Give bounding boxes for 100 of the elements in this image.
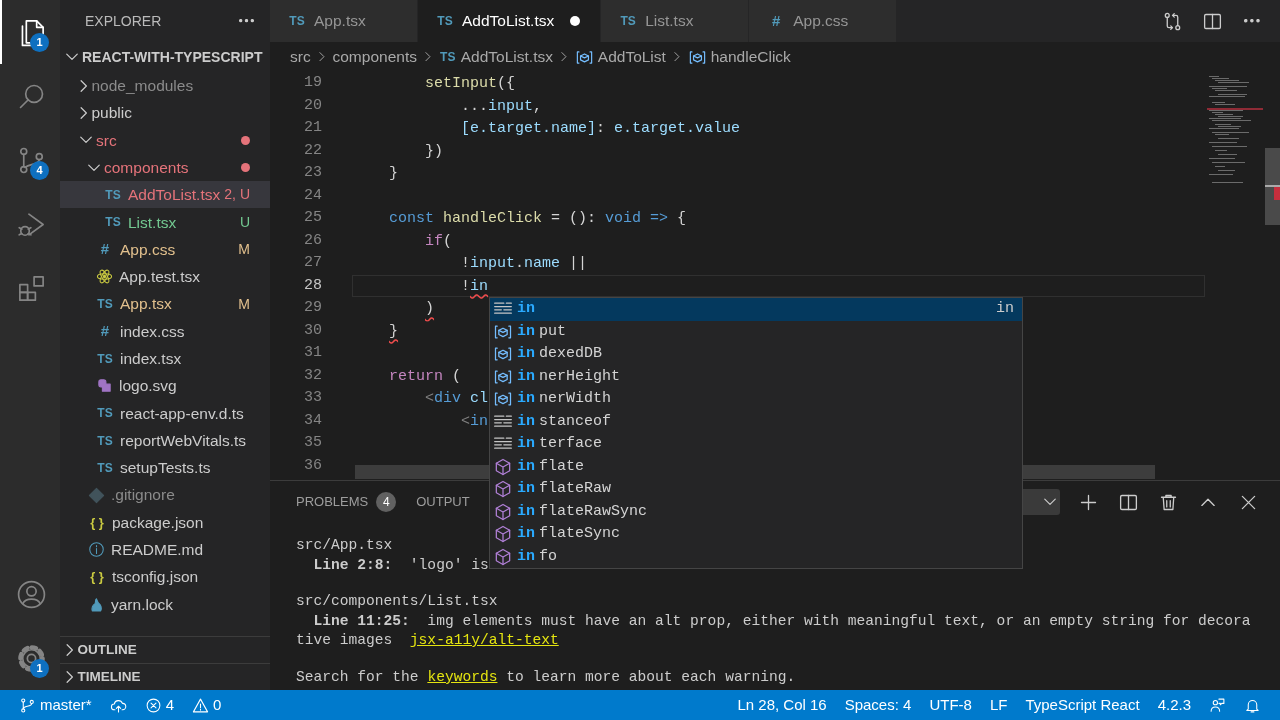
file-item[interactable]: # index.css <box>60 317 270 345</box>
code-line: ...input, <box>460 96 543 117</box>
breadcrumb-item[interactable]: components <box>332 45 417 69</box>
chevron-right-icon <box>318 52 325 62</box>
file-item[interactable]: TS List.tsx U <box>60 208 270 236</box>
suggestion-item[interactable]: in flate <box>490 455 1022 478</box>
file-item[interactable]: TS react-app-env.d.ts <box>60 399 270 427</box>
terminal-link[interactable]: jsx-a11y/alt-text <box>409 632 559 648</box>
breadcrumb-item[interactable]: src <box>290 45 311 69</box>
code-line: setInput({ <box>424 74 516 94</box>
count-badge: 4 <box>30 161 49 180</box>
status-item[interactable]: master* <box>10 690 101 720</box>
shapes-icon <box>96 377 113 395</box>
status-item[interactable]: 4 <box>135 690 184 720</box>
file-item[interactable]: TS index.tsx <box>60 344 270 373</box>
file-item[interactable]: README.md <box>60 536 270 564</box>
folder-name: public <box>91 103 132 124</box>
status-item[interactable]: 0 <box>183 690 231 720</box>
chevron-right-icon <box>673 52 680 62</box>
suggestion-item[interactable]: in fo <box>490 545 1022 568</box>
folder-item[interactable]: components <box>60 153 270 182</box>
line-number: 26 <box>303 230 322 251</box>
file-item[interactable]: TS setupTests.ts <box>60 454 270 482</box>
account-icon <box>15 578 47 610</box>
source-control-button[interactable]: 4 <box>0 128 60 192</box>
cube-icon <box>493 546 513 567</box>
status-item[interactable]: TypeScript React <box>1016 690 1149 720</box>
code-line: return ( <box>388 366 462 387</box>
suggestion-item[interactable]: in nerHeight <box>490 365 1022 388</box>
file-item[interactable]: TS App.tsx M <box>60 290 270 318</box>
status-item[interactable]: Ln 28, Col 16 <box>728 690 836 720</box>
code-line: }) <box>424 141 443 162</box>
suggestion-item[interactable]: in flateRaw <box>490 478 1022 501</box>
typescript-file-icon: TS <box>619 12 638 30</box>
editor-tab[interactable]: TS AddToList.tsx <box>418 0 602 42</box>
terminal-link[interactable]: keywords <box>427 668 498 685</box>
breadcrumb-item[interactable]: AddToList <box>574 45 666 69</box>
editor-tab[interactable]: TS App.tsx <box>270 0 418 42</box>
file-name: index.tsx <box>120 349 182 369</box>
file-item[interactable]: { } package.json <box>60 508 270 537</box>
section-header[interactable]: REACT-WITH-TYPESCRIPT <box>60 42 270 72</box>
chevron-right-icon <box>560 52 567 62</box>
feedback-icon <box>1209 696 1226 714</box>
suggestion-item[interactable]: in in <box>490 298 1022 321</box>
line-number: 34 <box>303 410 322 431</box>
panel-tab[interactable]: PROBLEMS 4 <box>296 491 397 513</box>
file-item[interactable]: TS AddToList.tsx 2, U <box>60 181 270 209</box>
suggestion-item[interactable]: in nerWidth <box>490 388 1022 411</box>
file-item[interactable]: logo.svg <box>60 372 270 400</box>
file-name: react-app-env.d.ts <box>120 403 244 424</box>
file-item[interactable]: App.test.tsx <box>60 263 270 291</box>
suggestion-item[interactable]: in terface <box>490 433 1022 456</box>
file-item[interactable]: yarn.lock <box>60 590 270 618</box>
folder-item[interactable]: src <box>60 126 270 154</box>
file-name: logo.svg <box>119 376 177 397</box>
folder-name: components <box>104 157 189 178</box>
code-line: } <box>388 164 398 184</box>
line-number: 25 <box>303 208 322 228</box>
file-name: AddToList.tsx <box>128 185 221 206</box>
suggestion-item[interactable]: in dexedDB <box>490 343 1022 366</box>
editor-tab[interactable]: TS List.tsx <box>601 0 750 42</box>
file-name: App.css <box>120 239 176 260</box>
folder-item[interactable]: public <box>60 99 270 127</box>
file-item[interactable]: { } tsconfig.json <box>60 563 270 591</box>
file-name: index.css <box>120 321 185 342</box>
typescript-file-icon: TS <box>438 48 457 66</box>
count-badge: 4 <box>376 491 397 512</box>
json-file-icon: { } <box>88 567 106 587</box>
file-item[interactable]: TS reportWebVitals.ts <box>60 426 270 455</box>
atom-icon <box>96 268 113 286</box>
status-item[interactable]: 4.2.3 <box>1148 690 1200 720</box>
breadcrumb-item[interactable]: handleClick <box>687 45 791 69</box>
file-name: reportWebVitals.ts <box>120 430 247 451</box>
settings-button[interactable]: 1 <box>0 626 60 690</box>
line-number: 33 <box>303 388 322 408</box>
panel-tab[interactable]: OUTPUT <box>416 491 470 513</box>
more-icon <box>238 19 254 23</box>
typescript-file-icon: TS <box>96 404 114 423</box>
suggestion-item[interactable]: in flateSync <box>490 523 1022 546</box>
cube-icon <box>493 456 513 477</box>
editor-tab[interactable]: # App.css <box>749 0 898 42</box>
status-item[interactable]: Spaces: 4 <box>835 690 921 720</box>
line-number: 24 <box>303 185 322 206</box>
line-number: 31 <box>303 343 322 363</box>
suggestion-item[interactable]: in stanceof <box>490 410 1022 433</box>
suggestion-item[interactable]: in flateRawSync <box>490 500 1022 523</box>
file-item[interactable]: # App.css M <box>60 235 270 264</box>
line-number: 35 <box>303 433 322 453</box>
suggestion-item[interactable]: in put <box>490 320 1022 343</box>
status-item[interactable]: UTF-8 <box>920 690 981 720</box>
breadcrumb-item[interactable]: TS AddToList.tsx <box>438 45 553 69</box>
count-badge: 1 <box>30 33 49 52</box>
css-file-icon: # <box>767 9 786 33</box>
section-header[interactable]: OUTLINE <box>60 636 270 663</box>
git-status-label: M <box>238 239 250 259</box>
folder-item[interactable]: node_modules <box>60 72 270 100</box>
status-item[interactable]: LF <box>980 690 1017 720</box>
file-item[interactable]: .gitignore <box>60 481 270 509</box>
terminal-line: src/App.tsx <box>296 536 393 555</box>
file-name: package.json <box>112 512 204 533</box>
